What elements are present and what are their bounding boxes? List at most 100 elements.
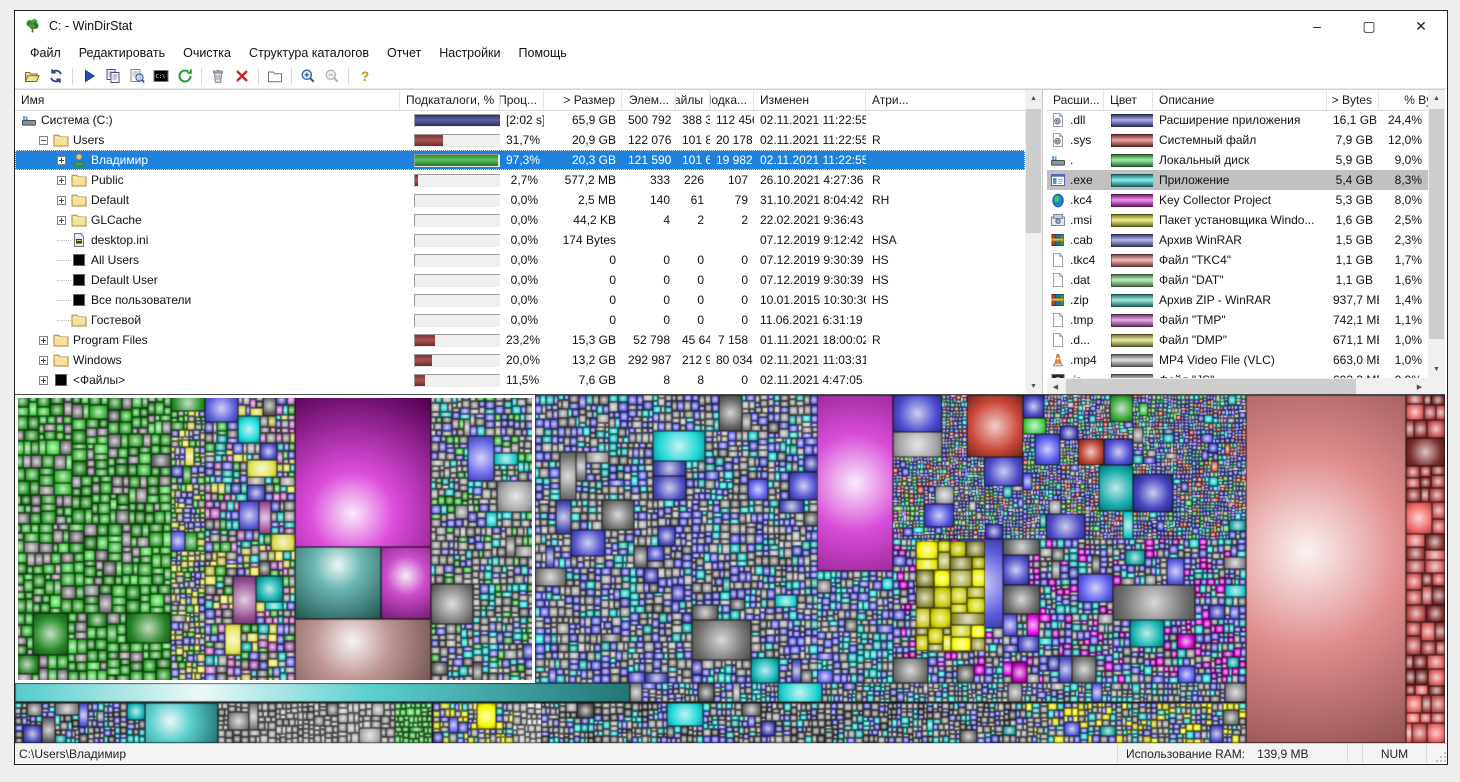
extension-horizontal-scrollbar[interactable]: ◀ ▶ [1047,378,1428,395]
files-value: 388 336 [676,113,710,127]
extension-color-swatch [1111,294,1153,307]
directory-name: Владимир [91,153,148,167]
scroll-down-arrow[interactable]: ▼ [1428,361,1445,378]
directory-column-header-9[interactable]: Атри... [866,90,1042,110]
extension-row[interactable]: .dllРасширение приложения16,1 GB24,4% [1047,110,1428,130]
extension-description: Расширение приложения [1153,113,1327,127]
extension-column-header-3[interactable]: Описание [1153,90,1327,110]
directory-column-header-2[interactable]: Подкаталоги, % [400,90,500,110]
scroll-left-arrow[interactable]: ◀ [1047,378,1064,395]
close-button[interactable]: ✕ [1395,11,1447,41]
extension-row[interactable]: .mp4MP4 Video File (VLC)663,0 MB1,0% [1047,350,1428,370]
directory-row[interactable]: GLCache0,0%44,2 KB42222.02.2021 9:36:43 [15,210,1025,230]
copy-path-button[interactable] [101,65,125,87]
modified-value: 22.02.2021 9:36:43 [754,213,866,227]
expand-plus-icon[interactable] [39,376,48,385]
expand-plus-icon[interactable] [57,216,66,225]
modified-value: 26.10.2021 4:27:36 [754,173,866,187]
resize-grip[interactable] [1426,744,1447,763]
directory-row[interactable]: Users31,7%20,9 GB122 076101 89820 17802.… [15,130,1025,150]
extension-row[interactable]: S.jsФайл "JS"603,3 MB0,9% [1047,370,1428,378]
expand-plus-icon[interactable] [39,336,48,345]
extension-row[interactable]: .datФайл "DAT"1,1 GB1,6% [1047,270,1428,290]
directory-column-header-7[interactable]: Подка... [710,90,754,110]
extension-row[interactable]: .tmpФайл "TMP"742,1 MB1,1% [1047,310,1428,330]
directory-row[interactable]: Все пользователи0,0%000010.01.2015 10:30… [15,290,1025,310]
directory-row[interactable]: Windows20,0%13,2 GB292 987212 95380 0340… [15,350,1025,370]
directory-column-header-3[interactable]: Проц... [500,90,544,110]
extension-row[interactable]: .d...Файл "DMP"671,1 MB1,0% [1047,330,1428,350]
extension-row[interactable]: .tkc4Файл "TKC4"1,1 GB1,7% [1047,250,1428,270]
expand-plus-icon[interactable] [57,196,66,205]
expand-plus-icon[interactable] [57,156,66,165]
scroll-thumb[interactable] [1066,379,1356,394]
directory-row[interactable]: Владимир97,3%20,3 GB121 590101 60819 982… [15,150,1025,170]
percent-value: 0,0% [500,193,544,207]
zoom-in-button[interactable] [296,65,320,87]
expand-plus-icon[interactable] [57,176,66,185]
scroll-down-arrow[interactable]: ▼ [1025,378,1042,395]
directory-row[interactable]: Public2,7%577,2 MB33322610726.10.2021 4:… [15,170,1025,190]
scroll-up-arrow[interactable]: ▲ [1428,90,1445,107]
properties-button[interactable] [263,65,287,87]
minimize-button[interactable]: – [1291,11,1343,41]
scroll-right-arrow[interactable]: ▶ [1411,378,1428,395]
directory-column-header-5[interactable]: Элем... [622,90,676,110]
directory-column-header-1[interactable]: Имя [15,90,400,110]
menu-item-5[interactable]: Отчет [378,44,430,62]
collapse-minus-icon[interactable] [39,136,48,145]
directory-column-header-8[interactable]: Изменен [754,90,866,110]
extension-column-header-1[interactable]: Расши... [1047,90,1104,110]
scroll-up-arrow[interactable]: ▲ [1025,90,1042,107]
window-controls: – ▢ ✕ [1291,11,1447,41]
scroll-thumb[interactable] [1026,109,1041,233]
directory-row[interactable]: Гостевой0,0%000011.06.2021 6:31:19 [15,310,1025,330]
extension-column-header-2[interactable]: Цвет [1104,90,1153,110]
menu-item-7[interactable]: Помощь [510,44,576,62]
extension-row[interactable]: .kc4Key Collector Project5,3 GB8,0% [1047,190,1428,210]
directory-row[interactable]: All Users0,0%000007.12.2019 9:30:39HS [15,250,1025,270]
directory-row[interactable]: Program Files23,2%15,3 GB52 79845 6407 1… [15,330,1025,350]
extension-row[interactable]: .msiПакет установщика Windo...1,6 GB2,5% [1047,210,1428,230]
scroll-thumb[interactable] [1429,109,1444,339]
directory-column-header-4[interactable]: > Размер [544,90,622,110]
directory-column-header-6[interactable]: Файлы [676,90,710,110]
extension-column-header-4[interactable]: > Bytes [1327,90,1379,110]
refresh-selected-button[interactable] [173,65,197,87]
extension-name: .tmp [1070,313,1093,327]
delete-button[interactable] [230,65,254,87]
treemap-canvas[interactable] [15,395,1445,743]
refresh-all-button[interactable] [44,65,68,87]
maximize-button[interactable]: ▢ [1343,11,1395,41]
menu-item-6[interactable]: Настройки [430,44,509,62]
extension-column-headers: Расши...ЦветОписание> Bytes% By.. [1047,90,1445,111]
directory-row[interactable]: <Файлы>11,5%7,6 GB88002.11.2021 4:47:05 [15,370,1025,390]
zoom-out-button [320,65,344,87]
extension-row[interactable]: .cabАрхив WinRAR1,5 GB2,3% [1047,230,1428,250]
open-button[interactable] [20,65,44,87]
menu-item-2[interactable]: Редактировать [70,44,174,62]
subdirs-percent-bar [414,134,500,147]
attributes-value: R [866,333,1025,347]
directory-name: Гостевой [91,313,141,327]
extension-vertical-scrollbar[interactable]: ▲ ▼ [1428,90,1445,378]
extension-row[interactable]: .exeПриложение5,4 GB8,3% [1047,170,1428,190]
help-button[interactable]: ? [353,65,377,87]
extension-row[interactable]: .sysСистемный файл7,9 GB12,0% [1047,130,1428,150]
extension-row[interactable]: .Локальный диск5,9 GB9,0% [1047,150,1428,170]
menu-item-4[interactable]: Структура каталогов [240,44,378,62]
menu-item-1[interactable]: Файл [21,44,70,62]
subdirs-percent-bar [414,234,500,247]
directory-row[interactable]: Default User0,0%000007.12.2019 9:30:39HS [15,270,1025,290]
menu-item-3[interactable]: Очистка [174,44,240,62]
directory-row[interactable]: desktop.ini0,0%174 Bytes07.12.2019 9:12:… [15,230,1025,250]
expand-plus-icon[interactable] [39,356,48,365]
resume-button[interactable] [77,65,101,87]
directory-row[interactable]: Default0,0%2,5 MB140617931.10.2021 8:04:… [15,190,1025,210]
directory-row[interactable]: Система (C:)[2:02 s]65,9 GB500 792388 33… [15,110,1025,130]
open-in-explorer-button[interactable] [125,65,149,87]
command-prompt-button[interactable]: C:\ [149,65,173,87]
directory-vertical-scrollbar[interactable]: ▲ ▼ [1025,90,1042,395]
extension-row[interactable]: .zipАрхив ZIP - WinRAR937,7 MB1,4% [1047,290,1428,310]
recycle-button[interactable] [206,65,230,87]
